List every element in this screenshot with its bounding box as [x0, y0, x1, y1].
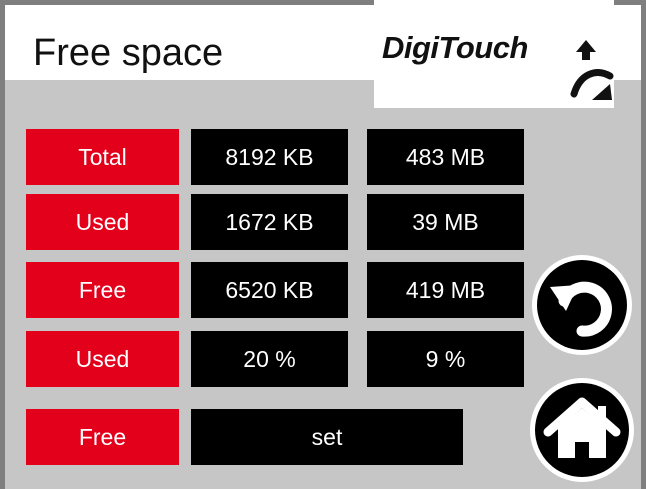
used-storage-percent: 9 %	[367, 331, 524, 387]
logo: DigiTouch	[374, 0, 614, 108]
label-used: Used	[26, 194, 179, 250]
digitouch-logo-icon	[570, 40, 614, 100]
label-used-percent: Used	[26, 331, 179, 387]
label-free-set: Free	[26, 409, 179, 465]
logo-text: DigiTouch	[382, 30, 528, 65]
home-button[interactable]	[528, 376, 636, 484]
back-button[interactable]	[530, 253, 634, 357]
used-memory-kb: 1672 KB	[191, 194, 348, 250]
page-title: Free space	[33, 32, 224, 74]
label-total: Total	[26, 129, 179, 185]
free-storage-mb: 419 MB	[367, 262, 524, 318]
used-storage-mb: 39 MB	[367, 194, 524, 250]
free-memory-kb: 6520 KB	[191, 262, 348, 318]
total-storage-mb: 483 MB	[367, 129, 524, 185]
label-free: Free	[26, 262, 179, 318]
total-memory-kb: 8192 KB	[191, 129, 348, 185]
set-button[interactable]: set	[191, 409, 463, 465]
used-memory-percent: 20 %	[191, 331, 348, 387]
